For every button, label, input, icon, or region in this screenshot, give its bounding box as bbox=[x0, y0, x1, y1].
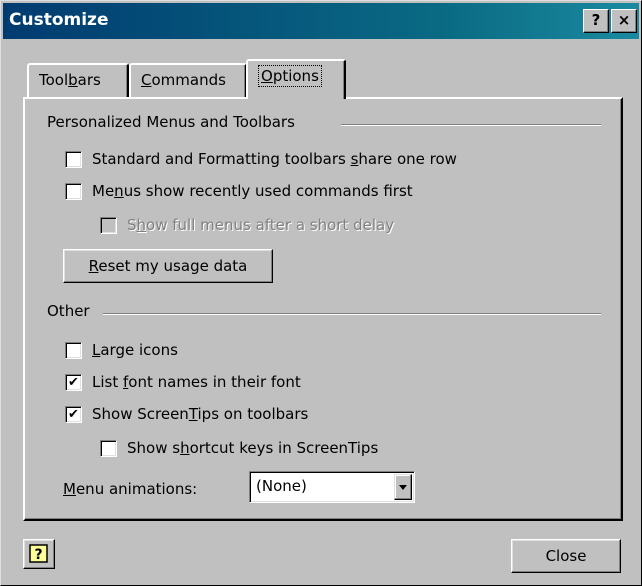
tab-toolbars-label: Toolbars bbox=[39, 71, 101, 89]
checkbox-share-one-row[interactable] bbox=[65, 151, 82, 168]
option-label: List font names in their font bbox=[92, 373, 301, 391]
checkbox-shortcut-keys-in-screentips[interactable] bbox=[100, 440, 117, 457]
menu-animations-value: (None) bbox=[256, 477, 307, 495]
chevron-down-icon bbox=[399, 485, 407, 490]
help-icon: ? bbox=[29, 544, 48, 563]
option-font-names-in-font[interactable]: ✔ List font names in their font bbox=[65, 372, 465, 392]
tab-options-label: Options bbox=[258, 65, 322, 87]
section-other-title: Other bbox=[47, 302, 90, 320]
section-divider bbox=[341, 124, 601, 126]
checkbox-large-icons[interactable] bbox=[65, 342, 82, 359]
options-panel: Personalized Menus and Toolbars Standard… bbox=[23, 97, 623, 521]
option-share-one-row[interactable]: Standard and Formatting toolbars share o… bbox=[65, 149, 605, 169]
svg-text:?: ? bbox=[34, 547, 42, 563]
option-show-screentips[interactable]: ✔ Show ScreenTips on toolbars bbox=[65, 404, 465, 424]
tab-commands-label: Commands bbox=[141, 71, 226, 89]
option-full-menus-delay[interactable]: Show full menus after a short delay bbox=[100, 215, 580, 235]
option-label: Menus show recently used commands first bbox=[92, 182, 413, 200]
close-button[interactable]: Close bbox=[511, 539, 621, 573]
option-recent-commands-first[interactable]: Menus show recently used commands first bbox=[65, 181, 605, 201]
checkbox-recent-commands-first[interactable] bbox=[65, 183, 82, 200]
tab-commands[interactable]: Commands bbox=[129, 63, 247, 97]
tab-toolbars[interactable]: Toolbars bbox=[27, 63, 129, 97]
option-label: Show shortcut keys in ScreenTips bbox=[127, 439, 379, 457]
menu-animations-select[interactable]: (None) bbox=[249, 471, 415, 503]
customize-dialog: Customize ? × Toolbars Commands Options … bbox=[0, 0, 642, 586]
dropdown-arrow-button[interactable] bbox=[394, 474, 412, 500]
checkbox-full-menus-delay[interactable] bbox=[100, 217, 117, 234]
reset-usage-data-label: Reset my usage data bbox=[88, 257, 248, 275]
help-button-footer[interactable]: ? bbox=[23, 539, 55, 569]
window-title: Customize bbox=[9, 10, 109, 30]
section-divider bbox=[103, 313, 601, 315]
title-bar[interactable]: Customize ? × bbox=[3, 3, 639, 39]
option-shortcut-keys-in-screentips[interactable]: Show shortcut keys in ScreenTips bbox=[100, 438, 540, 458]
section-personalized-title: Personalized Menus and Toolbars bbox=[47, 113, 295, 131]
tab-options[interactable]: Options bbox=[246, 59, 346, 99]
option-label: Show ScreenTips on toolbars bbox=[92, 405, 309, 423]
checkbox-font-names-in-font[interactable]: ✔ bbox=[65, 374, 82, 391]
option-label: Large icons bbox=[92, 341, 178, 359]
help-button[interactable]: ? bbox=[583, 9, 609, 33]
option-label: Standard and Formatting toolbars share o… bbox=[92, 150, 457, 168]
checkbox-show-screentips[interactable]: ✔ bbox=[65, 406, 82, 423]
close-icon[interactable]: × bbox=[611, 9, 637, 33]
option-large-icons[interactable]: Large icons bbox=[65, 340, 365, 360]
menu-animations-label: Menu animations: bbox=[63, 480, 198, 498]
option-label: Show full menus after a short delay bbox=[127, 216, 395, 234]
reset-usage-data-button[interactable]: Reset my usage data bbox=[63, 249, 273, 283]
